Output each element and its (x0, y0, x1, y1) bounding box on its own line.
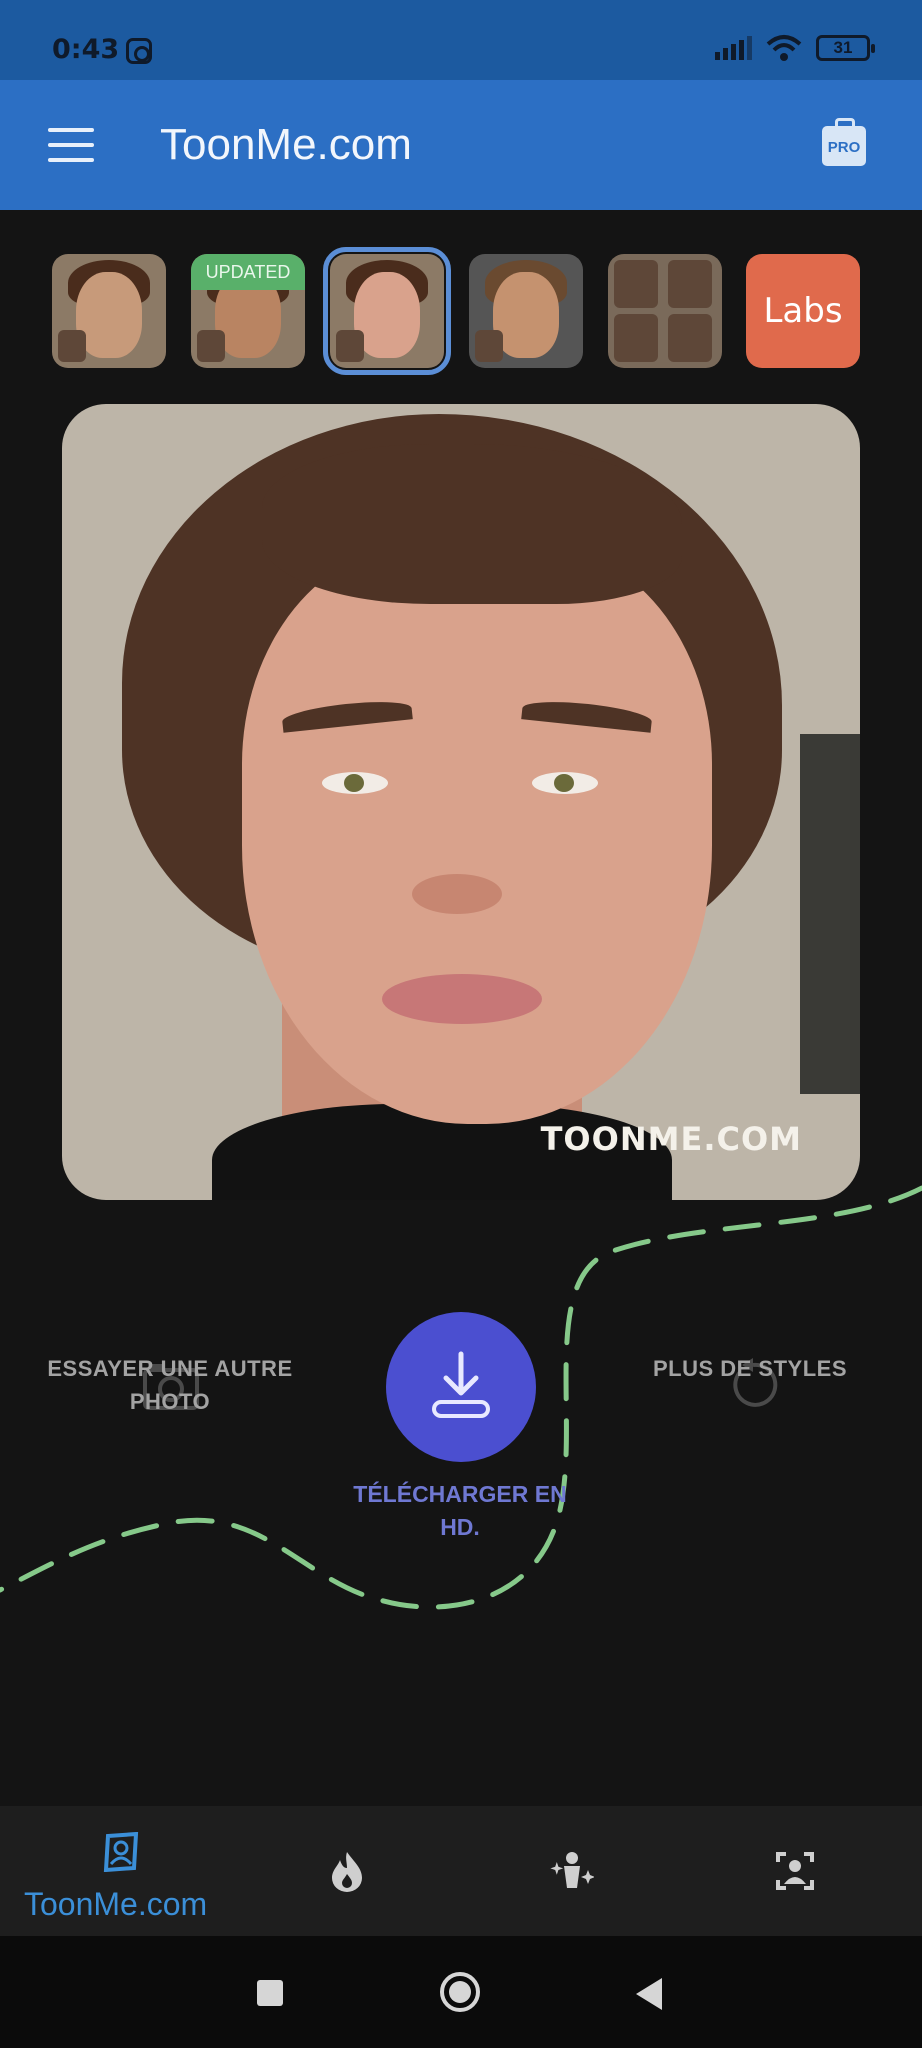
nav-item-trending[interactable] (300, 1806, 400, 1936)
home-icon[interactable] (440, 1972, 480, 2012)
app-bar: ToonMe.com PRO (0, 80, 922, 210)
pro-button[interactable]: PRO (822, 118, 866, 166)
labs-tile[interactable]: Labs (746, 254, 860, 368)
bottom-nav: ToonMe.com (0, 1806, 922, 1936)
download-icon (432, 1351, 490, 1418)
style-thumb-1[interactable] (52, 254, 166, 368)
status-time: 0:43 (52, 34, 120, 65)
nav-label-toonme: ToonMe.com (24, 1886, 208, 1922)
style-thumb-4[interactable] (469, 254, 583, 368)
face-frame-icon (776, 1852, 814, 1890)
instagram-icon (126, 38, 152, 64)
status-icons: 31 (715, 34, 875, 62)
portrait-icon (103, 1832, 139, 1872)
nav-item-toonme[interactable]: ToonMe.com (0, 1806, 230, 1936)
style-thumb-3-selected[interactable] (323, 247, 451, 375)
style-thumb-2[interactable]: UPDATED (191, 254, 305, 368)
nav-item-pro-styles[interactable] (522, 1806, 622, 1936)
more-styles-label[interactable]: PLUS DE STYLES (620, 1352, 880, 1385)
menu-icon[interactable] (48, 128, 94, 162)
back-icon[interactable] (636, 1978, 662, 2010)
battery-icon: 31 (816, 35, 875, 61)
updated-badge: UPDATED (191, 254, 305, 290)
try-another-photo-label[interactable]: ESSAYER UNE AUTRE PHOTO (30, 1352, 310, 1418)
app-title: ToonMe.com (160, 120, 412, 169)
recents-icon[interactable] (257, 1980, 283, 2006)
style-thumb-5[interactable] (608, 254, 722, 368)
toon-result-image: TOONME.COM (62, 404, 860, 1200)
watermark-text: TOONME.COM (540, 1120, 802, 1158)
sparkle-figure-icon (550, 1852, 594, 1888)
download-hd-label[interactable]: TÉLÉCHARGER EN HD. (340, 1478, 580, 1544)
status-bar: 0:43 31 (0, 0, 922, 80)
download-hd-button[interactable] (386, 1312, 536, 1462)
wifi-icon (766, 35, 802, 61)
nav-item-profile[interactable] (744, 1806, 844, 1936)
flame-icon (332, 1852, 362, 1892)
style-selector: UPDATED Labs (52, 247, 872, 375)
signal-icon (715, 36, 752, 60)
